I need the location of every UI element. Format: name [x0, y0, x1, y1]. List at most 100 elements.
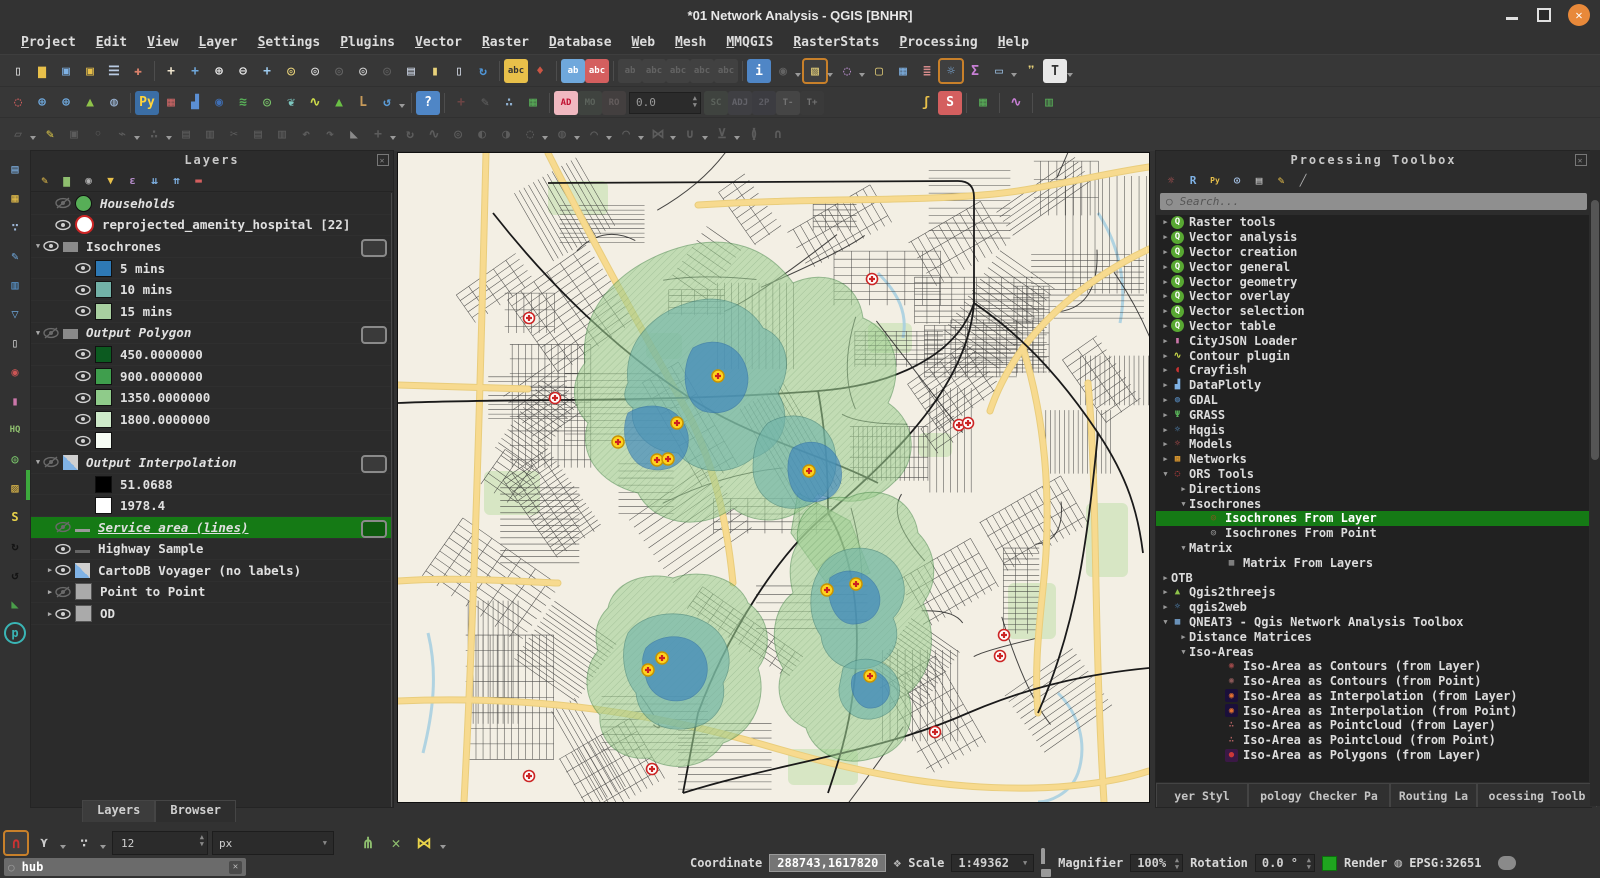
bottom-dock-tab-0[interactable]: yer Styl	[1156, 783, 1248, 807]
table-refresh[interactable]: ▦	[521, 91, 545, 115]
measure[interactable]: ▭	[987, 59, 1011, 83]
reshape-features-caret[interactable]	[606, 136, 612, 143]
menu-processing[interactable]: Processing	[890, 33, 986, 52]
processing-tree-item[interactable]: ▦Matrix From Layers	[1156, 555, 1589, 570]
osm-place-search[interactable]: ◉	[4, 361, 26, 383]
redo[interactable]: ↷	[318, 123, 342, 147]
lock-scale-icon[interactable]	[1041, 850, 1051, 877]
layer-item[interactable]: 1978.4	[31, 495, 391, 517]
snap-tolerance-spin[interactable]: 12▲▼	[112, 831, 208, 855]
expander-icon[interactable]: ▶	[1160, 322, 1171, 330]
lastools-hammer[interactable]: L	[351, 91, 375, 115]
processing-tree-item[interactable]: ▶∿Contour plugin	[1156, 348, 1589, 363]
undo[interactable]: ↶	[294, 123, 318, 147]
raster-histogram[interactable]: ▥	[1037, 91, 1061, 115]
crs-globe-icon[interactable]: ◍	[1394, 856, 1402, 871]
menu-rasterstats[interactable]: RasterStats	[784, 33, 888, 52]
label-dim-1[interactable]: ab	[618, 59, 642, 83]
dataplotly[interactable]: ▟	[183, 91, 207, 115]
rotate-feature[interactable]: ↻	[398, 123, 422, 147]
processing-tree-item[interactable]: ▶☼Models	[1156, 437, 1589, 452]
processing-tree-item[interactable]: ∴Iso-Area as Pointcloud (from Layer)	[1156, 718, 1589, 733]
menu-raster[interactable]: Raster	[473, 33, 538, 52]
crosshair[interactable]: +	[449, 91, 473, 115]
layer-item[interactable]: ▼Isochrones	[31, 236, 391, 258]
layer-item[interactable]: 1350.0000000	[31, 387, 391, 409]
map-tips[interactable]: ❞	[1019, 59, 1043, 83]
visibility-on-icon[interactable]	[55, 608, 71, 620]
expander-icon[interactable]: ▶	[1178, 633, 1189, 641]
menu-mesh[interactable]: Mesh	[666, 33, 715, 52]
geocode-globe[interactable]: ⊕	[54, 91, 78, 115]
expander-icon[interactable]: ▶	[1160, 411, 1171, 419]
expander-icon[interactable]: ▶	[1160, 352, 1171, 360]
serval-plugin[interactable]: ʃ	[914, 91, 938, 115]
visibility-on-icon[interactable]	[75, 305, 91, 317]
vertex-tool-caret[interactable]	[166, 136, 172, 143]
layer-item[interactable]: 51.0688	[31, 474, 391, 496]
zoom-to-layer[interactable]: ◎	[279, 59, 303, 83]
filter-by-expression[interactable]: ε	[123, 171, 142, 190]
processing-tree-item[interactable]: ▶QVector table	[1156, 319, 1589, 334]
layer-item[interactable]: 450.0000000	[31, 344, 391, 366]
layer-item[interactable]: Highway Sample	[31, 539, 391, 561]
processing-tree-item[interactable]: ▶QVector analysis	[1156, 230, 1589, 245]
zoom-out[interactable]: ⊖	[231, 59, 255, 83]
layer-indicator-badge[interactable]	[361, 520, 387, 538]
layer-item[interactable]	[31, 431, 391, 453]
processing-tree-item[interactable]: ▶QRaster tools	[1156, 215, 1589, 230]
select-rectangle-caret[interactable]	[827, 73, 833, 80]
copy-features[interactable]: ▤	[246, 123, 270, 147]
save-layer-edits[interactable]: ▣	[62, 123, 86, 147]
topological-editing-button[interactable]: ⋔	[356, 831, 380, 855]
cad-2P[interactable]: 2P	[752, 91, 776, 115]
menu-layer[interactable]: Layer	[189, 33, 246, 52]
zoom-native[interactable]: ◎	[327, 59, 351, 83]
add-line-feature-caret[interactable]	[134, 136, 140, 143]
delete-part[interactable]: ◍	[550, 123, 574, 147]
merge-features-caret[interactable]	[702, 136, 708, 143]
processing-tree-item[interactable]: ▼Isochrones	[1156, 496, 1589, 511]
expander-icon[interactable]: ▶	[1160, 426, 1171, 434]
processing-panel-close-icon[interactable]: ✕	[1575, 154, 1587, 166]
processing-tree-item[interactable]: ▶OTB	[1156, 570, 1589, 585]
render-checkbox[interactable]	[1322, 856, 1337, 871]
collapse-all[interactable]: ⇈	[167, 171, 186, 190]
results-viewer-icon[interactable]: ▤	[1250, 171, 1268, 189]
osm-search-globe[interactable]: ◍	[102, 91, 126, 115]
project-properties[interactable]: ☰	[102, 59, 126, 83]
map-canvas[interactable]	[397, 152, 1150, 803]
expander-icon[interactable]: ▶	[1160, 440, 1171, 448]
undo-arc[interactable]: ↺	[375, 91, 399, 115]
bottom-dock-tab-3[interactable]: ocessing Toolb	[1477, 783, 1597, 807]
current-edits-caret[interactable]	[30, 136, 36, 143]
processing-tree-item[interactable]: ▶ΨGRASS	[1156, 407, 1589, 422]
vertex-tool-all[interactable]: ∩	[766, 123, 790, 147]
visibility-on-icon[interactable]	[55, 219, 71, 231]
statistical-summary[interactable]: Σ	[963, 59, 987, 83]
gdrive-layers[interactable]: ◣	[4, 593, 26, 615]
menu-database[interactable]: Database	[540, 33, 621, 52]
processing-tree-item[interactable]: ▶◍GDAL	[1156, 393, 1589, 408]
expander-icon[interactable]: ▶	[1160, 455, 1171, 463]
processing-tree-item[interactable]: ▶▮CityJSON Loader	[1156, 333, 1589, 348]
expander-icon[interactable]: ▼	[1160, 618, 1171, 626]
visibility-on-icon[interactable]	[75, 413, 91, 425]
layer-item[interactable]: Service area (lines)	[31, 517, 391, 539]
dock-tab-layers[interactable]: Layers	[82, 800, 155, 822]
map-refresh[interactable]: ↻	[471, 59, 495, 83]
rotate-point-symbols[interactable]: ⊻	[710, 123, 734, 147]
layer-item[interactable]: ▼Output Polygon	[31, 323, 391, 345]
processing-search[interactable]: ○	[1160, 193, 1587, 210]
expander-icon[interactable]: ▼	[33, 329, 43, 337]
layer-item[interactable]: 1800.0000000	[31, 409, 391, 431]
project-save-as[interactable]: ▣	[78, 59, 102, 83]
cut-features[interactable]: ✂	[222, 123, 246, 147]
layer-indicator-badge[interactable]	[361, 326, 387, 344]
zoom-last[interactable]: ◎	[351, 59, 375, 83]
visibility-off-icon[interactable]	[55, 586, 71, 598]
processing-tree-item[interactable]: ▶Distance Matrices	[1156, 629, 1589, 644]
simplify-feature[interactable]: ∿	[422, 123, 446, 147]
expander-icon[interactable]: ▶	[1160, 337, 1171, 345]
undo-circle[interactable]: ↺	[4, 564, 26, 586]
